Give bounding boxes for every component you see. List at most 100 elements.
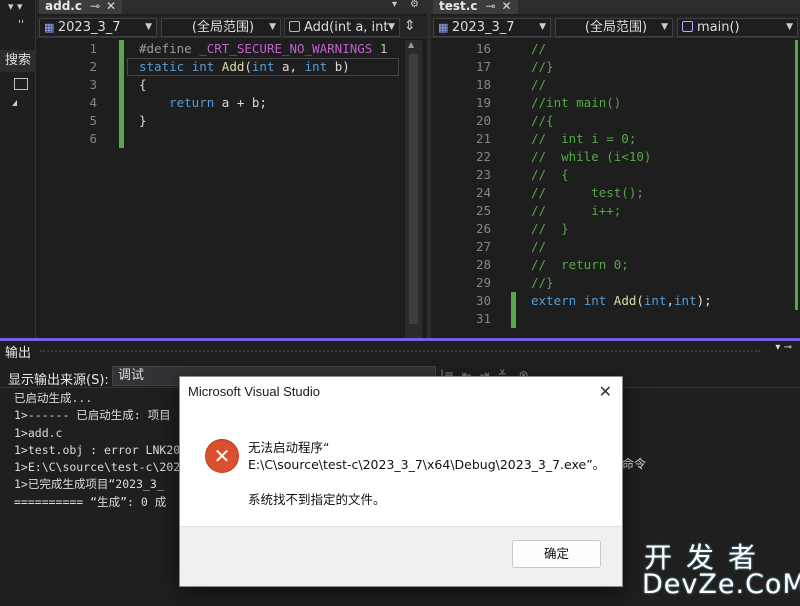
code-text: // — [531, 77, 547, 92]
project-dropdown[interactable]: ▦ 2023_3_7 ▼ — [433, 18, 551, 37]
log-line: 1>E:\C\source\test-c\2023_ — [14, 460, 195, 475]
watermark-logo: 开发者 DevZe.CoM — [642, 536, 800, 602]
tab-add-c[interactable]: add.c ⊸ ✕ — [39, 0, 123, 14]
line-number: 17 — [475, 59, 491, 74]
line-number: 21 — [475, 131, 491, 146]
code-line: 3{ — [37, 76, 427, 94]
left-tool-strip: ▾ ▾ '' 搜索 — [0, 0, 36, 338]
split-window-icon[interactable]: ⇕ — [404, 18, 416, 34]
code-text: //} — [531, 59, 554, 74]
code-line: 16 // — [431, 40, 800, 58]
scope-dropdown[interactable]: (全局范围) ▼ — [555, 18, 673, 37]
function-cube-icon — [682, 21, 693, 32]
line-number: 23 — [475, 167, 491, 182]
output-window-controls[interactable]: ▾ ⊸ — [775, 342, 792, 353]
line-number: 24 — [475, 185, 491, 200]
chevron-down-icon: ▼ — [539, 22, 546, 32]
code-text: return a + b; — [169, 95, 267, 110]
chevron-down-icon: ▼ — [145, 22, 152, 32]
code-text: //{ — [531, 113, 554, 128]
expand-triangle-icon[interactable] — [12, 100, 17, 106]
dialog-title: Microsoft Visual Studio — [188, 384, 320, 399]
code-editor-add-c[interactable]: 1 #define _CRT_SECURE_NO_WARNINGS 1 2 stati… — [37, 40, 427, 338]
log-line: 已启动生成... — [14, 391, 93, 405]
code-text: { — [139, 77, 147, 92]
grid-icon: ▦ — [44, 21, 58, 34]
vertical-scrollbar[interactable]: ▲ — [405, 40, 422, 338]
watermark-en: DevZe.CoM — [642, 569, 800, 600]
tab-test-c[interactable]: test.c ⊸ ✕ — [433, 0, 518, 14]
pin-icon[interactable]: ⊸ — [485, 0, 495, 13]
code-line: 25 // i++; — [431, 202, 800, 220]
line-number: 20 — [475, 113, 491, 128]
function-cube-icon — [289, 21, 300, 32]
code-line: 23 // { — [431, 166, 800, 184]
close-icon[interactable]: ✕ — [599, 382, 612, 401]
output-log[interactable]: 已启动生成... 1>------ 已启动生成: 项目 1>add.c 1>te… — [14, 390, 194, 511]
code-editor-test-c[interactable]: 16 // 17 //} 18 // 19 //int main() 20 //{21 // int… — [431, 40, 800, 338]
code-text: // { — [531, 167, 569, 182]
navigation-bar: ▦ 2023_3_7 ▼ (全局范围) ▼ Add(int a, int ▼ — [37, 16, 427, 38]
ok-button[interactable]: 确定 — [512, 540, 601, 568]
line-number: 1 — [89, 41, 97, 56]
dialog-footer: 确定 — [180, 526, 622, 586]
line-number: 26 — [475, 221, 491, 236]
line-number: 4 — [89, 95, 97, 110]
scope-name: (全局范围) — [191, 20, 255, 35]
member-dropdown[interactable]: Add(int a, int ▼ — [284, 18, 400, 37]
member-dropdown[interactable]: main() ▼ — [677, 18, 798, 37]
code-line: 17 //} — [431, 58, 800, 76]
scroll-thumb[interactable] — [409, 54, 418, 324]
tab-label: test.c — [439, 0, 478, 13]
scroll-up-icon[interactable]: ▲ — [408, 40, 414, 49]
code-line: 27 // — [431, 238, 800, 256]
line-number: 18 — [475, 77, 491, 92]
gear-icon[interactable]: ⚙ — [410, 0, 419, 10]
tab-strip: test.c ⊸ ✕ — [431, 0, 800, 14]
search-tab[interactable]: 搜索 — [0, 50, 36, 72]
project-dropdown[interactable]: ▦ 2023_3_7 ▼ — [39, 18, 157, 37]
pin-icon[interactable]: ⊸ — [90, 0, 100, 13]
line-number: 30 — [475, 293, 491, 308]
code-text: // while (i<10) — [531, 149, 652, 164]
window-icon[interactable] — [14, 78, 28, 90]
code-line: 4 return a + b; — [37, 94, 427, 112]
drag-grip[interactable] — [40, 350, 760, 352]
strip-pin[interactable]: ▾ ▾ — [8, 0, 23, 13]
change-marker — [119, 40, 124, 148]
output-header: 输出 ▾ ⊸ — [0, 341, 800, 361]
project-name: 2023_3_7 — [451, 20, 515, 35]
code-text: // return 0; — [531, 257, 629, 272]
code-line: 21 // int i = 0; — [431, 130, 800, 148]
output-source-label: 显示输出来源(S): — [8, 373, 109, 388]
code-text: //} — [531, 275, 554, 290]
close-icon[interactable]: ✕ — [106, 0, 116, 13]
code-text: // i++; — [531, 203, 622, 218]
line-number: 16 — [475, 41, 491, 56]
code-text: //int main() — [531, 95, 622, 110]
log-line: 1>test.obj : error LNK2019 — [14, 442, 195, 457]
log-line: 1>add.c — [14, 425, 63, 440]
scope-dropdown[interactable]: (全局范围) ▼ — [161, 18, 281, 37]
dialog-message: 无法启动程序“ E:\C\source\test-c\2023_3_7\x64\… — [248, 439, 605, 473]
tab-overflow-icon[interactable]: ▾ — [392, 0, 397, 10]
log-line: 1>已完成生成项目“2023_3_ — [14, 477, 164, 492]
change-marker — [795, 40, 798, 310]
chevron-down-icon: ▼ — [786, 22, 793, 32]
log-line: 1>------ 已启动生成: 项目 — [14, 408, 171, 423]
close-icon[interactable]: ✕ — [502, 0, 512, 13]
strip-more[interactable]: '' — [18, 18, 24, 31]
member-name: main() — [697, 20, 740, 35]
code-line: 18 // — [431, 76, 800, 94]
current-line-highlight — [127, 58, 399, 76]
message-path: E:\C\source\test-c\2023_3_7\x64\Debug\20… — [248, 457, 606, 472]
error-dialog: Microsoft Visual Studio ✕ ✕ 无法启动程序“ E:\C… — [179, 376, 623, 587]
change-marker — [511, 292, 516, 328]
line-number: 28 — [475, 257, 491, 272]
line-number: 2 — [89, 59, 97, 74]
line-number: 29 — [475, 275, 491, 290]
scope-name: (全局范围) — [584, 20, 648, 35]
line-number: 31 — [475, 311, 491, 326]
project-name: 2023_3_7 — [57, 20, 121, 35]
code-text: // test(); — [531, 185, 644, 200]
